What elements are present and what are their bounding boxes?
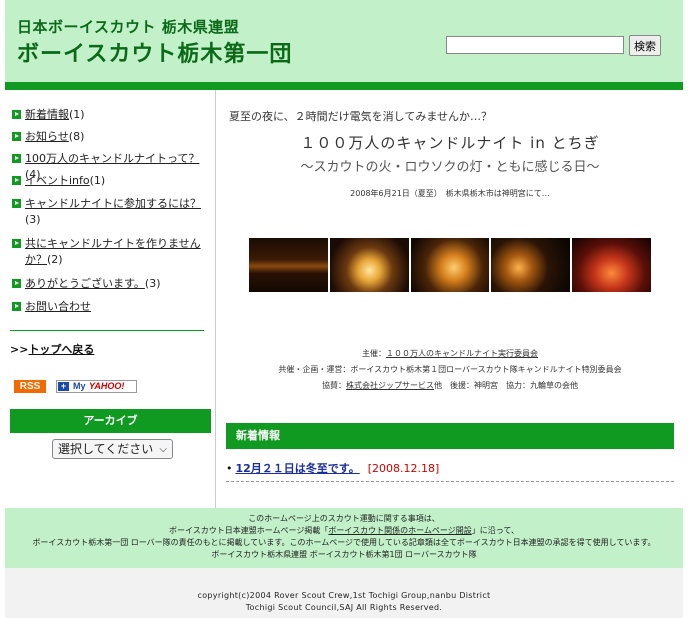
organizer-line: 主催：１００万人のキャンドルナイト実行委員会 bbox=[217, 346, 683, 362]
candle-photo bbox=[572, 238, 651, 292]
sidebar-item-label[interactable]: お問い合わせ bbox=[25, 300, 91, 313]
copyright-line-2: Tochigi Scout Council,SAJ All Rights Res… bbox=[245, 603, 443, 612]
copyright-line-1: copyright(c)2004 Rover Scout Crew,1st To… bbox=[197, 591, 491, 600]
page-headline: １００万人のキャンドルナイト in とちぎ bbox=[300, 134, 600, 152]
arrow-bullet-icon bbox=[12, 199, 21, 208]
archive-header: アーカイブ bbox=[10, 409, 211, 433]
support-suffix: 他 後援：神明宮 協力：九輪草の会他 bbox=[434, 381, 578, 390]
header-divider bbox=[5, 82, 683, 90]
arrow-bullet-icon bbox=[12, 176, 21, 185]
support-label: 協賛： bbox=[322, 381, 346, 390]
footer-line-1: このホームページ上のスカウト運動に関する事項は、 bbox=[248, 514, 440, 523]
site-title[interactable]: ボーイスカウト栃木第一団 bbox=[17, 36, 292, 68]
news-item-title[interactable]: 12月２１日は冬至です。 bbox=[236, 462, 360, 475]
back-prefix: >> bbox=[10, 343, 29, 356]
organizer-link[interactable]: １００万人のキャンドルナイト実行委員会 bbox=[386, 349, 538, 358]
footer-line-2-post: 」に沿って、 bbox=[471, 526, 519, 535]
footer-guideline-link[interactable]: ボーイスカウト関係のホームページ開設 bbox=[328, 526, 471, 535]
support-link[interactable]: 株式会社ジップサービス bbox=[346, 381, 434, 390]
search-button[interactable]: 検索 bbox=[629, 35, 661, 56]
my-yahoo-button[interactable]: + My YAHOO! bbox=[56, 380, 137, 393]
sidebar-item-count: (8) bbox=[68, 130, 85, 143]
sidebar-item-count: (2) bbox=[47, 253, 63, 266]
arrow-bullet-icon bbox=[12, 110, 21, 119]
sidebar: 新着情報(1) お知らせ(8) 100万人のキャンドルナイトって？(4) イベン… bbox=[5, 90, 216, 508]
archive-select-value: 選択してください bbox=[58, 442, 154, 456]
sidebar-item-label[interactable]: キャンドルナイトに参加するには？ bbox=[25, 197, 201, 210]
archive-select[interactable]: 選択してください ⌵ bbox=[52, 439, 173, 459]
sidebar-item-news[interactable]: 新着情報(1) bbox=[12, 107, 204, 123]
organizer-label: 主催： bbox=[362, 349, 386, 358]
arrow-bullet-icon bbox=[12, 239, 21, 248]
footer-copyright: copyright(c)2004 Rover Scout Crew,1st To… bbox=[5, 568, 683, 618]
sidebar-item-count: (3) bbox=[25, 213, 41, 226]
candle-photo bbox=[249, 238, 328, 292]
footer-line-2: ボーイスカウト日本連盟ホームページ掲載「ボーイスカウト関係のホームページ開設」に… bbox=[5, 525, 683, 537]
sidebar-item-count: (1) bbox=[69, 108, 85, 121]
sidebar-item-contact[interactable]: お問い合わせ bbox=[12, 299, 204, 315]
sidebar-item-label[interactable]: 新着情報 bbox=[25, 108, 69, 121]
sidebar-item-create-together[interactable]: 共にキャンドルナイトを作りませんか？(2) bbox=[12, 236, 204, 268]
sidebar-item-label[interactable]: ありがとうございます。 bbox=[25, 277, 145, 290]
footer-line-4: ボーイスカウト栃木県連盟 ボーイスカウト栃木第1団 ローバースカウト隊 bbox=[211, 550, 477, 559]
sidebar-item-count: (1) bbox=[89, 174, 106, 187]
arrow-bullet-icon bbox=[12, 132, 21, 141]
arrow-bullet-icon bbox=[12, 302, 21, 311]
support-line: 協賛：株式会社ジップサービス他 後援：神明宮 協力：九輪草の会他 bbox=[217, 378, 683, 394]
sidebar-item-label[interactable]: お知らせ bbox=[25, 130, 69, 143]
page: 日本ボーイスカウト 栃木県連盟 ボーイスカウト栃木第一団 検索 新着情報(1) … bbox=[0, 0, 688, 618]
sidebar-item-label[interactable]: イベントinfo bbox=[25, 174, 90, 187]
candle-photo bbox=[491, 238, 571, 292]
footer-line-3: ボーイスカウト栃木第一団 ローバー隊の責任のもとに掲載しています。このホームペー… bbox=[32, 538, 656, 547]
sidebar-item-thanks[interactable]: ありがとうございます。(3) bbox=[12, 276, 204, 292]
candle-photo bbox=[410, 238, 490, 292]
my-yahoo-my-text: My bbox=[73, 381, 86, 391]
plus-icon: + bbox=[58, 382, 69, 391]
news-item-date: [2008.12.18] bbox=[367, 462, 440, 475]
lead-text: 夏至の夜に、２時間だけ電気を消してみませんか…？ bbox=[229, 110, 493, 123]
page-subheadline: ～スカウトの火・ロウソクの灯・ともに感じる日～ bbox=[300, 160, 600, 175]
event-dateline: 2008年6月21日（夏至） 栃木県栃木市は神明宮にて… bbox=[350, 189, 550, 198]
sidebar-item-event-info[interactable]: イベントinfo(1) bbox=[12, 173, 204, 189]
sidebar-divider bbox=[10, 330, 204, 331]
main-content: 夏至の夜に、２時間だけ電気を消してみませんか…？ １００万人のキャンドルナイト … bbox=[217, 90, 683, 508]
chevron-down-icon: ⌵ bbox=[159, 444, 167, 455]
yahoo-logo-text: YAHOO! bbox=[89, 381, 125, 391]
sidebar-item-label[interactable]: 100万人のキャンドルナイトって？ bbox=[25, 152, 199, 165]
site-subtitle: 日本ボーイスカウト 栃木県連盟 bbox=[17, 18, 240, 36]
search-input[interactable] bbox=[446, 36, 624, 54]
sidebar-item-how-to-join[interactable]: キャンドルナイトに参加するには？ (3) bbox=[12, 196, 204, 228]
back-to-top-label[interactable]: トップへ戻る bbox=[28, 343, 94, 356]
cosponsor-line: 共催・企画・運営：ボーイスカウト栃木第１団ローバースカウト隊キャンドルナイト特別… bbox=[278, 365, 622, 374]
site-header: 日本ボーイスカウト 栃木県連盟 ボーイスカウト栃木第一団 検索 bbox=[5, 0, 683, 82]
footer-line-2-pre: ボーイスカウト日本連盟ホームページ掲載「 bbox=[169, 526, 329, 535]
bullet-icon: • bbox=[226, 462, 233, 475]
footer-notice: このホームページ上のスカウト運動に関する事項は、 ボーイスカウト日本連盟ホームペ… bbox=[5, 508, 683, 568]
rss-button[interactable]: RSS bbox=[14, 380, 46, 393]
back-to-top-link[interactable]: >>トップへ戻る bbox=[10, 341, 94, 357]
arrow-bullet-icon bbox=[12, 154, 21, 163]
arrow-bullet-icon bbox=[12, 279, 21, 288]
sidebar-item-count: (3) bbox=[144, 277, 161, 290]
candle-photo bbox=[329, 238, 409, 292]
news-list-item: • 12月２１日は冬至です。 [2008.12.18] bbox=[226, 460, 439, 476]
news-divider bbox=[226, 481, 674, 482]
news-header: 新着情報 bbox=[226, 423, 674, 449]
organizer-credits: 主催：１００万人のキャンドルナイト実行委員会 共催・企画・運営：ボーイスカウト栃… bbox=[217, 346, 683, 394]
sidebar-item-notice[interactable]: お知らせ(8) bbox=[12, 129, 204, 145]
candle-photo-strip bbox=[249, 238, 651, 292]
